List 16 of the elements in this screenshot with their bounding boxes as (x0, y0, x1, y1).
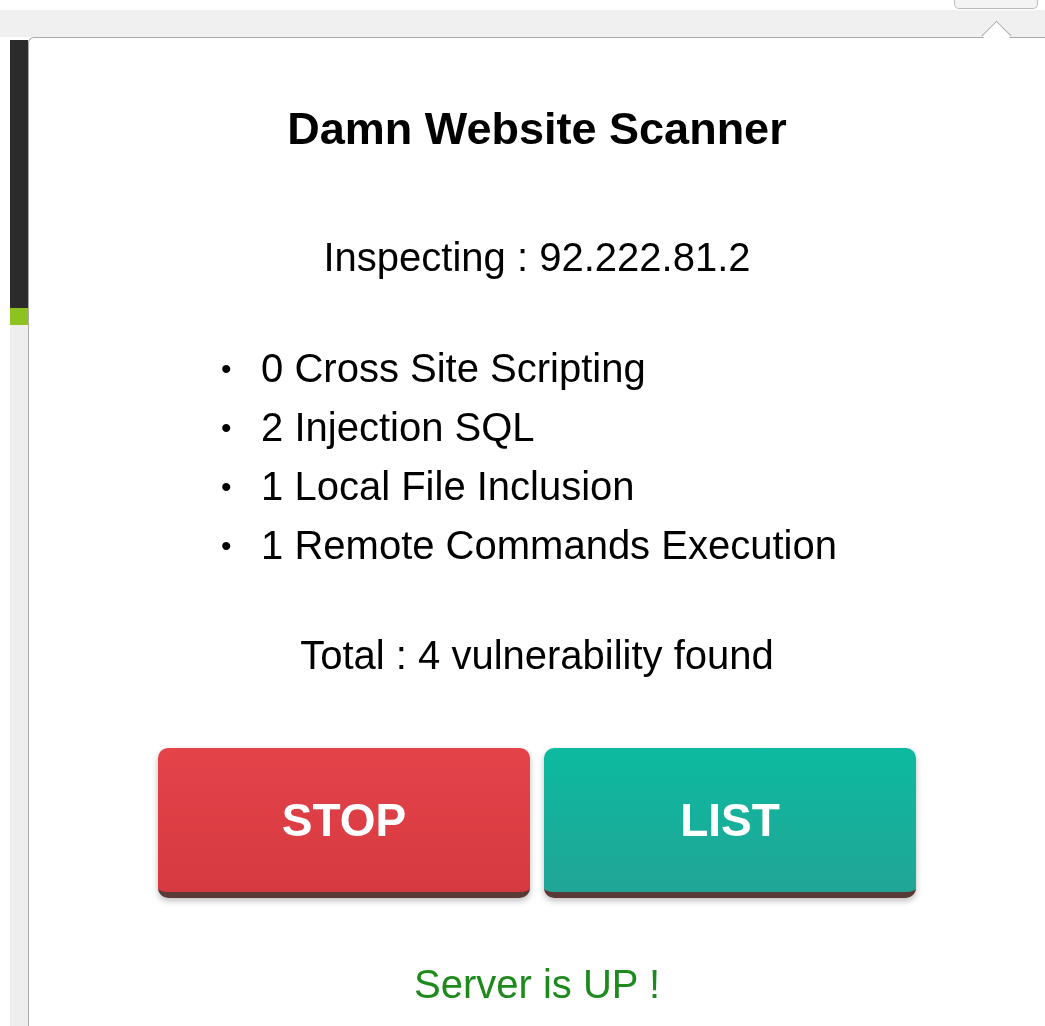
status-text: Server is UP ! (414, 961, 660, 1008)
finding-item: 1 Remote Commands Execution (261, 522, 837, 569)
inspecting-text: Inspecting : 92.222.81.2 (323, 234, 751, 281)
total-text: Total : 4 vulnerability found (300, 632, 774, 679)
list-button[interactable]: LIST (544, 748, 916, 898)
bullet-mark: • (220, 351, 233, 387)
app-title: Damn Website Scanner (287, 103, 787, 155)
finding-item: 0 Cross Site Scripting (261, 345, 646, 392)
toolbar-button[interactable] (954, 0, 1038, 9)
sidebar-accent (10, 308, 28, 325)
bullet-mark: • (220, 528, 233, 564)
bullet-mark: • (220, 469, 233, 505)
finding-item: 1 Local File Inclusion (261, 463, 635, 510)
bullet-mark: • (220, 410, 233, 446)
stop-button[interactable]: STOP (158, 748, 530, 898)
finding-item: 2 Injection SQL (261, 404, 535, 451)
